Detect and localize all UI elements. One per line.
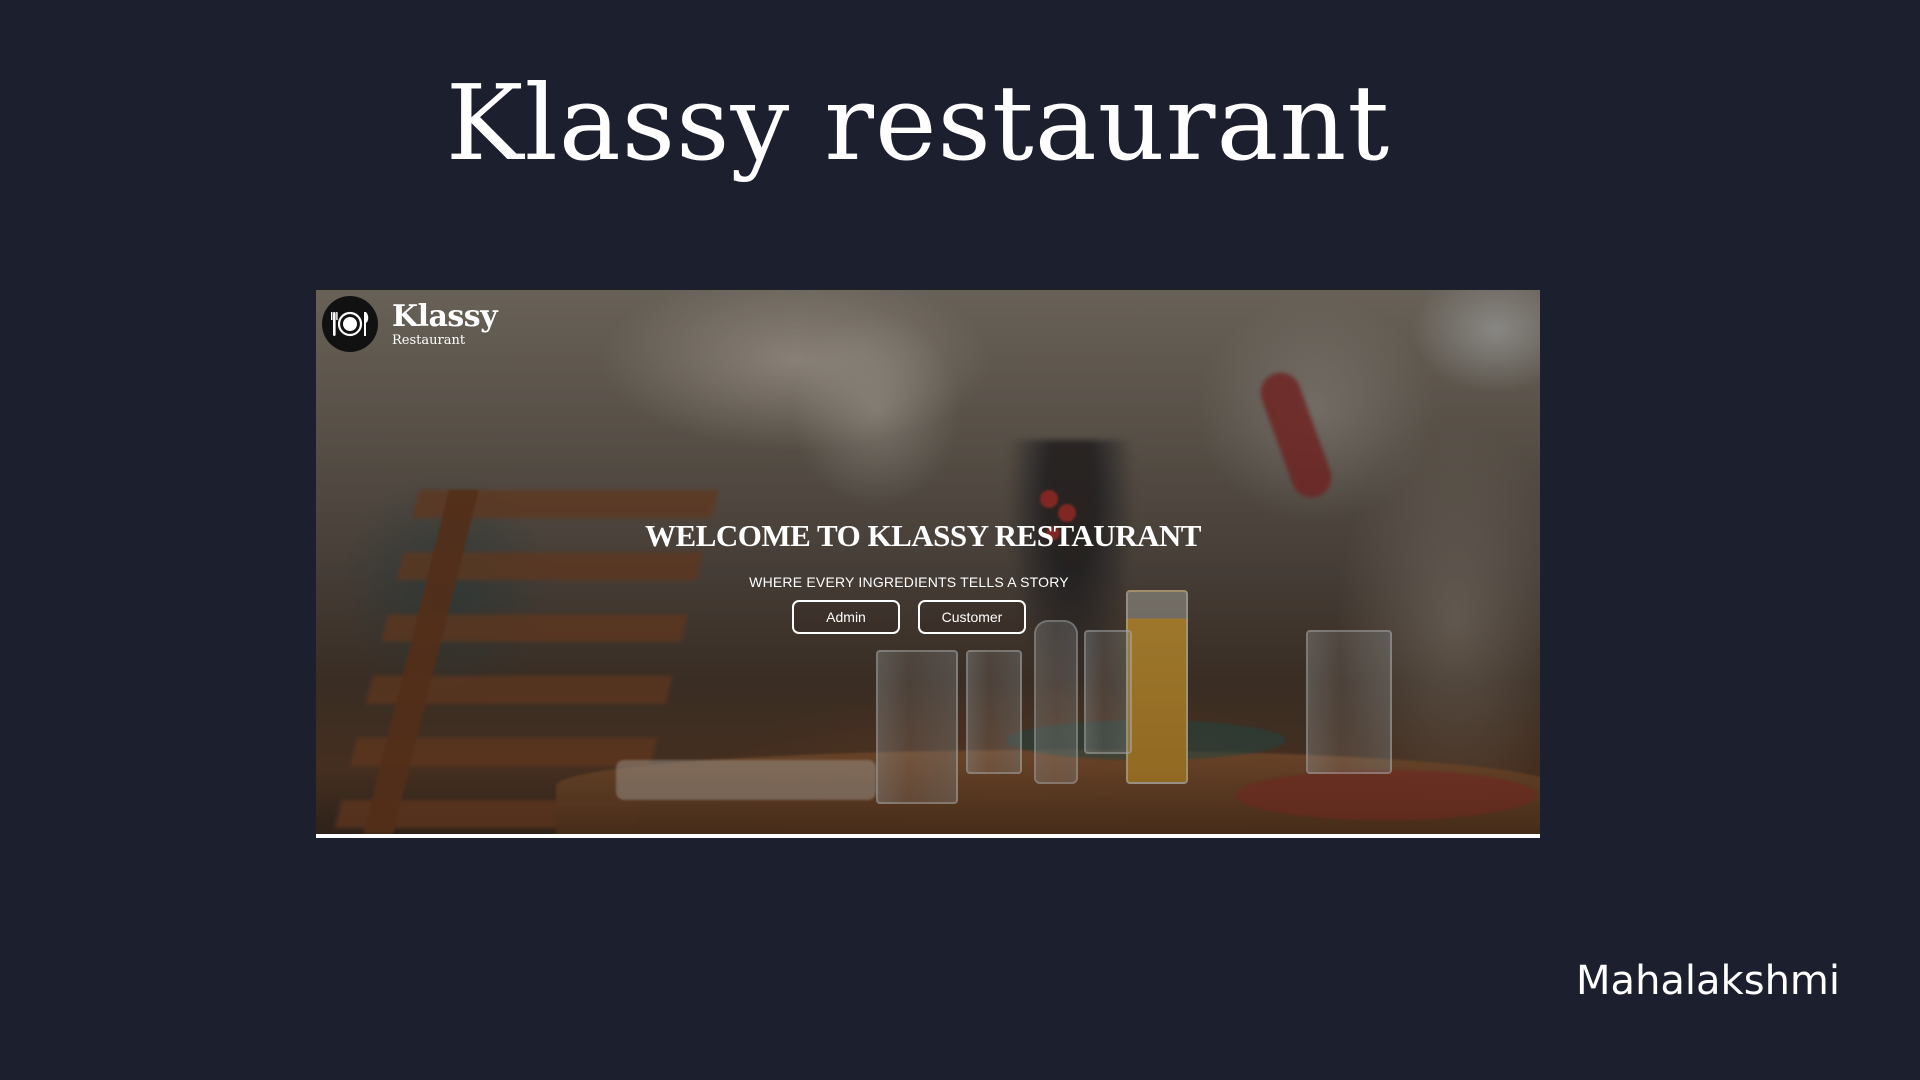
- website-screenshot: Klassy Restaurant WELCOME TO KLASSY REST…: [316, 290, 1540, 838]
- site-brand[interactable]: Klassy Restaurant: [322, 296, 498, 352]
- author-name: Mahalakshmi: [1576, 958, 1840, 1004]
- plate-fork-knife-icon: [322, 296, 378, 352]
- presentation-slide: Klassy restaurant Klassy Restaurant WELC…: [0, 0, 1920, 1080]
- hero-title: WELCOME TO KLASSY RESTAURANT: [645, 518, 1201, 553]
- brand-text: Klassy Restaurant: [392, 298, 498, 348]
- hero-section: WELCOME TO KLASSY RESTAURANT WHERE EVERY…: [316, 518, 1540, 634]
- hero-subtitle: WHERE EVERY INGREDIENTS TELLS A STORY: [749, 574, 1069, 590]
- slide-title: Klassy restaurant: [445, 62, 1391, 184]
- brand-name: Klassy: [392, 298, 498, 334]
- admin-button[interactable]: Admin: [792, 600, 900, 634]
- customer-button[interactable]: Customer: [918, 600, 1026, 634]
- hero-buttons: Admin Customer: [316, 600, 1540, 634]
- brand-subtitle: Restaurant: [392, 332, 466, 348]
